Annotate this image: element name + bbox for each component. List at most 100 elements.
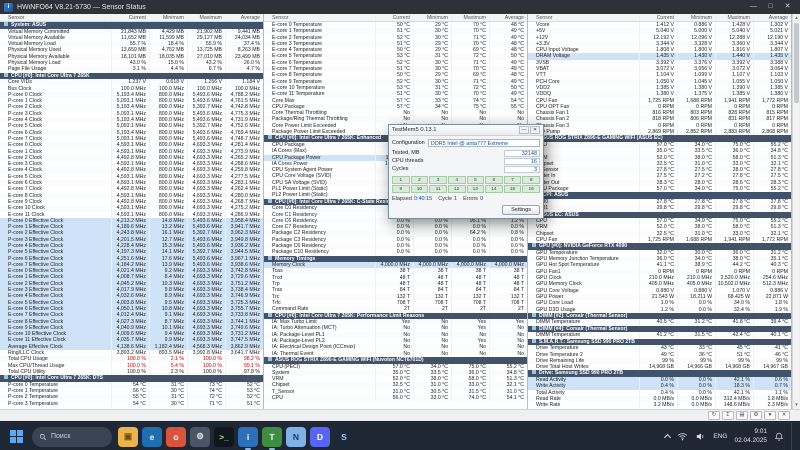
field-label: CPU threads xyxy=(392,158,424,164)
sensor-value: 29.8 °C xyxy=(639,205,677,212)
sensor-value: No xyxy=(375,350,413,357)
taskbar-app-terminal-icon[interactable]: >_ xyxy=(214,426,234,447)
sensor-row[interactable]: Write Rate 3.2 MB/s 0.0 MB/s 148.6 MB/s 2.3 … xyxy=(528,402,791,409)
sensor-row[interactable]: Command Rate 2T 2T 2T 2T xyxy=(264,306,527,313)
section-header[interactable]: Memory Timings xyxy=(264,255,527,263)
header-average[interactable]: Average xyxy=(225,14,263,21)
section-header[interactable]: DIMM [#2]: Corsair (Thermal Sensor) xyxy=(528,312,791,320)
header-sensor[interactable]: Sensor xyxy=(264,14,375,21)
section-header[interactable]: DIMM [#4]: Corsair (Thermal Sensor) xyxy=(528,325,791,333)
scrollbar-thumb[interactable] xyxy=(794,23,799,103)
header-maximum[interactable]: Maximum xyxy=(187,14,225,21)
sensor-value: 148.6 MB/s xyxy=(715,402,753,409)
taskbar-app-edge-browser-icon[interactable]: e xyxy=(142,426,162,447)
tm5-thread-cell: 11 xyxy=(429,185,447,193)
sensor-row[interactable]: GPU D3D Usage 1.2 % 0.0 % 32.4 % 1.9 % xyxy=(528,306,791,313)
tm5-minimize-button[interactable]: — xyxy=(519,126,529,134)
reset-values-button[interactable]: ↻ xyxy=(708,411,720,420)
header-maximum[interactable]: Maximum xyxy=(715,14,753,21)
taskbar-app-testmem5-icon[interactable]: T xyxy=(262,426,282,450)
sensor-value: 1.2 % xyxy=(639,306,677,313)
sensor-value: 75.0 °C xyxy=(715,186,753,193)
section-header[interactable]: Drive: Samsung SSD 990 PRO 2TB xyxy=(528,370,791,377)
header-maximum[interactable]: Maximum xyxy=(451,14,489,21)
hwinfo-statusbar: ↻ Σ ▤ ⚙ ▾ ✕ xyxy=(0,409,800,421)
field-value[interactable]: 1 xyxy=(454,196,457,202)
taskbar-app-discord-icon[interactable]: D xyxy=(310,426,330,447)
taskbar-app-notepad-icon[interactable]: N xyxy=(286,426,306,447)
sensor-value: 33.0 °C xyxy=(413,395,451,402)
hwinfo-titlebar[interactable]: i HWiNFO64 V8.21-5730 — Sensor Status — … xyxy=(0,0,800,14)
section-header[interactable]: ASUS ROG STRIX Z890-E GAMING WIFI (ASUS … xyxy=(528,135,791,142)
layout-button[interactable]: ▤ xyxy=(736,411,748,420)
header-minimum[interactable]: Minimum xyxy=(149,14,187,21)
settings-button[interactable]: ⚙ xyxy=(750,411,762,420)
field-value[interactable]: 0:40:15 xyxy=(414,196,432,202)
scroll-down-arrow[interactable]: ▼ xyxy=(793,401,800,409)
section-header[interactable]: CPU [#0]: Intel Core Ultra 7 265K: Perfo… xyxy=(264,312,527,320)
header-average[interactable]: Average xyxy=(489,14,527,21)
taskbar-app-steam-icon[interactable]: S xyxy=(334,426,354,447)
section-header[interactable]: CPU [#0]: Intel Core Ultra 7 265K: DTS xyxy=(0,375,263,382)
hidden-icons-chevron-icon[interactable] xyxy=(664,433,672,442)
tm5-close-button[interactable]: ✕ xyxy=(530,126,540,134)
header-current[interactable]: Current xyxy=(639,14,677,21)
sensor-name: DIMM Temperature xyxy=(536,319,581,326)
header-current[interactable]: Current xyxy=(111,14,149,21)
maximize-button[interactable]: □ xyxy=(762,0,779,14)
sensor-row[interactable]: Package C10 Residency 0.0 % 0.0 % 0.0 % 0.0 … xyxy=(264,249,527,256)
tm5-config-label: Configuration xyxy=(392,140,425,146)
sensor-row[interactable]: CPU 56.0 °C 33.0 °C 74.0 °C 54.1 °C xyxy=(264,395,527,402)
start-button[interactable] xyxy=(6,427,26,447)
show-desktop-button[interactable] xyxy=(791,422,794,450)
field-value[interactable]: 0 xyxy=(480,196,483,202)
field-value[interactable]: 3 xyxy=(504,165,540,173)
sensor-row[interactable]: P-core 3 Temperature 54 °C 30 °C 71 °C 51 °C xyxy=(0,400,263,407)
tray-clock[interactable]: 9:01 02.04.2025 xyxy=(734,428,767,444)
close-button[interactable]: ✕ xyxy=(779,0,796,14)
sensor-row[interactable]: TZ0129.8 °C29.8 °C29.8 °C29.8 °C xyxy=(528,205,791,212)
section-header[interactable]: S.M.A.R.T.: Samsung SSD 990 PRO 2TB xyxy=(528,338,791,346)
section-header[interactable]: ASUS EC: ASUS xyxy=(528,211,791,219)
section-header[interactable]: ASUS ROG STRIX Z890-E GAMING WIFI (Nuvot… xyxy=(264,356,527,364)
sensor-value: 100.0 % xyxy=(111,368,149,376)
header-minimum[interactable]: Minimum xyxy=(677,14,715,21)
section-header[interactable]: GPU [#0]: NVIDIA GeForce RTX 4090 xyxy=(528,243,791,250)
sensor-value: 14,968 GB xyxy=(639,364,677,371)
speaker-icon[interactable] xyxy=(695,431,706,442)
collapse-button[interactable]: ▾ xyxy=(764,411,776,420)
header-current[interactable]: Current xyxy=(375,14,413,21)
sensor-row[interactable]: DIMM Temperature 41.2 °C 31.5 °C 42.4 °C 40.… xyxy=(528,332,791,339)
taskbar-app-hwinfo64-icon[interactable]: i xyxy=(238,426,258,450)
notification-bell-icon[interactable] xyxy=(774,432,784,442)
section-header[interactable]: ACPI: ASUS xyxy=(528,192,791,199)
sensor-row[interactable]: IA: Thermal Event No No No No xyxy=(264,350,527,357)
sensor-row[interactable]: DIMM Temperature 40.5 °C 31.2 °C 41.8 °C 39.… xyxy=(528,319,791,326)
header-minimum[interactable]: Minimum xyxy=(413,14,451,21)
language-indicator[interactable]: ENG xyxy=(713,433,727,440)
minimize-button[interactable]: — xyxy=(745,0,762,14)
sensor-row[interactable]: Page File Usage 3.1 % 4.4 % 6.7 % 4.7 % xyxy=(0,66,263,73)
close-sensors-button[interactable]: ✕ xyxy=(778,411,790,420)
section-header[interactable]: CPU [#0]: Intel Core Ultra 7 265K xyxy=(0,72,263,80)
tm5-settings-button[interactable]: Settings xyxy=(502,205,540,215)
header-average[interactable]: Average xyxy=(753,14,791,21)
tm5-titlebar[interactable]: TestMem5 0.13.1 — ✕ xyxy=(389,125,543,136)
tm5-config-value[interactable]: DDR5 Intel @ anta777 Extreme xyxy=(427,139,540,147)
header-sensor[interactable]: Sensor xyxy=(528,14,639,21)
search-box[interactable]: Поиск xyxy=(32,426,112,447)
header-sensor[interactable]: Sensor xyxy=(0,14,111,21)
vertical-scrollbar[interactable]: ▲ ▼ xyxy=(792,14,800,409)
field-label: Errors xyxy=(463,196,479,202)
tm5-thread-grid: 1 2 3 4 5 6 7 8 9 10 11 12 13 14 15 16 xyxy=(392,176,540,193)
taskbar-app-file-explorer-icon[interactable]: ▣ xyxy=(118,426,138,447)
wifi-icon[interactable] xyxy=(677,431,688,442)
taskbar-app-chrome-browser-icon[interactable]: o xyxy=(166,426,186,447)
section-header[interactable]: System: ASUS xyxy=(0,22,263,29)
taskbar-app-settings-icon[interactable]: ⚙ xyxy=(190,426,210,447)
sum-values-button[interactable]: Σ xyxy=(722,411,734,420)
field-value[interactable]: 16 xyxy=(504,157,540,165)
field-value[interactable]: 32148 xyxy=(504,149,540,157)
scroll-up-arrow[interactable]: ▲ xyxy=(793,14,800,22)
sensor-value: 4.4 % xyxy=(149,66,187,73)
